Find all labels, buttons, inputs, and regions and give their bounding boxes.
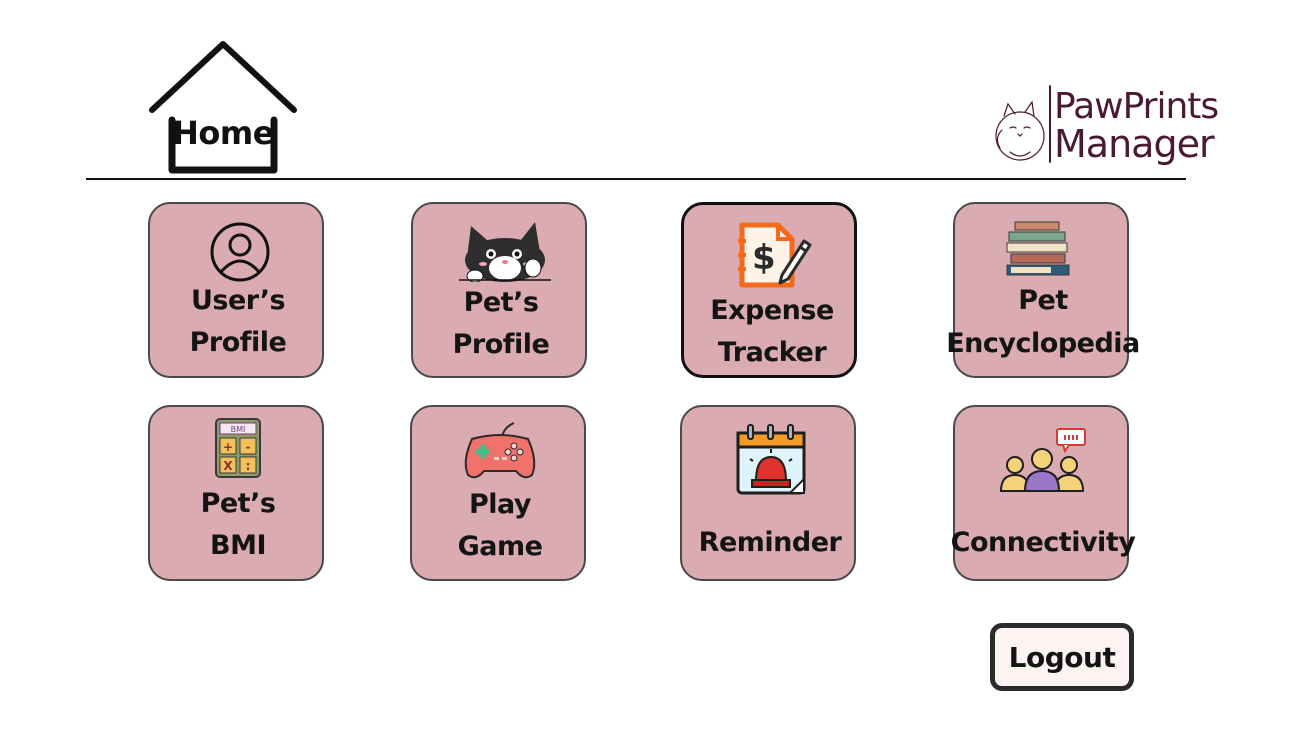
tile-label-line1: Pet’s (463, 287, 539, 318)
tile-pet-encyclopedia[interactable]: Pet Encyclopedia (946, 202, 1140, 378)
calendar-alarm-icon (736, 424, 806, 495)
calculator-key: : (246, 459, 251, 473)
svg-text:$: $ (752, 238, 776, 278)
expense-notebook-icon: $ (738, 222, 812, 288)
calculator-key: - (246, 440, 251, 454)
tile-connectivity[interactable]: Connectivity (951, 405, 1136, 581)
cat-icon (459, 222, 551, 282)
tile-label: Reminder (698, 527, 842, 558)
tile-reminder[interactable]: Reminder (680, 405, 856, 581)
tile-label-line2: Profile (189, 327, 287, 358)
tile-label-line1: Pet’s (200, 488, 276, 519)
tile-label-line1: User’s (190, 285, 286, 316)
calculator-key: + (223, 440, 233, 454)
calculator-icon: BMI + - X : (215, 418, 261, 478)
gamepad-icon (464, 422, 536, 479)
calculator-screen-text: BMI (231, 425, 246, 434)
tile-users-profile[interactable]: User’s Profile (148, 202, 324, 378)
tile-label-line1: Pet (1018, 285, 1068, 316)
home-button[interactable]: Home (146, 40, 300, 176)
tile-label-line2: Encyclopedia (946, 328, 1140, 359)
dashboard-page: Home PawPrints Manager User’s Profile Pe… (0, 0, 1300, 731)
calculator-key: X (223, 459, 233, 473)
logout-button[interactable]: Logout (990, 623, 1134, 691)
user-circle-icon (210, 222, 270, 282)
books-icon (1006, 221, 1070, 276)
tile-pets-bmi[interactable]: BMI + - X : Pet’s BMI (148, 405, 324, 581)
people-chat-icon (999, 428, 1086, 492)
brand-subtitle: Manager (1054, 122, 1215, 166)
tile-label-line2: Profile (452, 329, 550, 360)
tile-label: Connectivity (950, 527, 1136, 558)
brand-name: PawPrints (1054, 86, 1219, 127)
tile-pets-profile[interactable]: Pet’s Profile (411, 202, 587, 378)
home-label: Home (172, 114, 274, 152)
header-divider (86, 178, 1186, 180)
house-icon (149, 41, 297, 174)
tile-label-line2: Game (457, 531, 543, 562)
tile-label-line2: Tracker (717, 337, 827, 368)
tile-play-game[interactable]: Play Game (410, 405, 586, 581)
brand-logo: PawPrints Manager (990, 82, 1219, 168)
tile-label-line1: Play (468, 489, 532, 520)
cat-logo-icon (995, 85, 1051, 163)
tile-label-line1: Expense (710, 295, 834, 326)
tile-expense-tracker[interactable]: $ Expense Tracker (681, 202, 857, 378)
tile-label-line2: BMI (210, 530, 267, 561)
